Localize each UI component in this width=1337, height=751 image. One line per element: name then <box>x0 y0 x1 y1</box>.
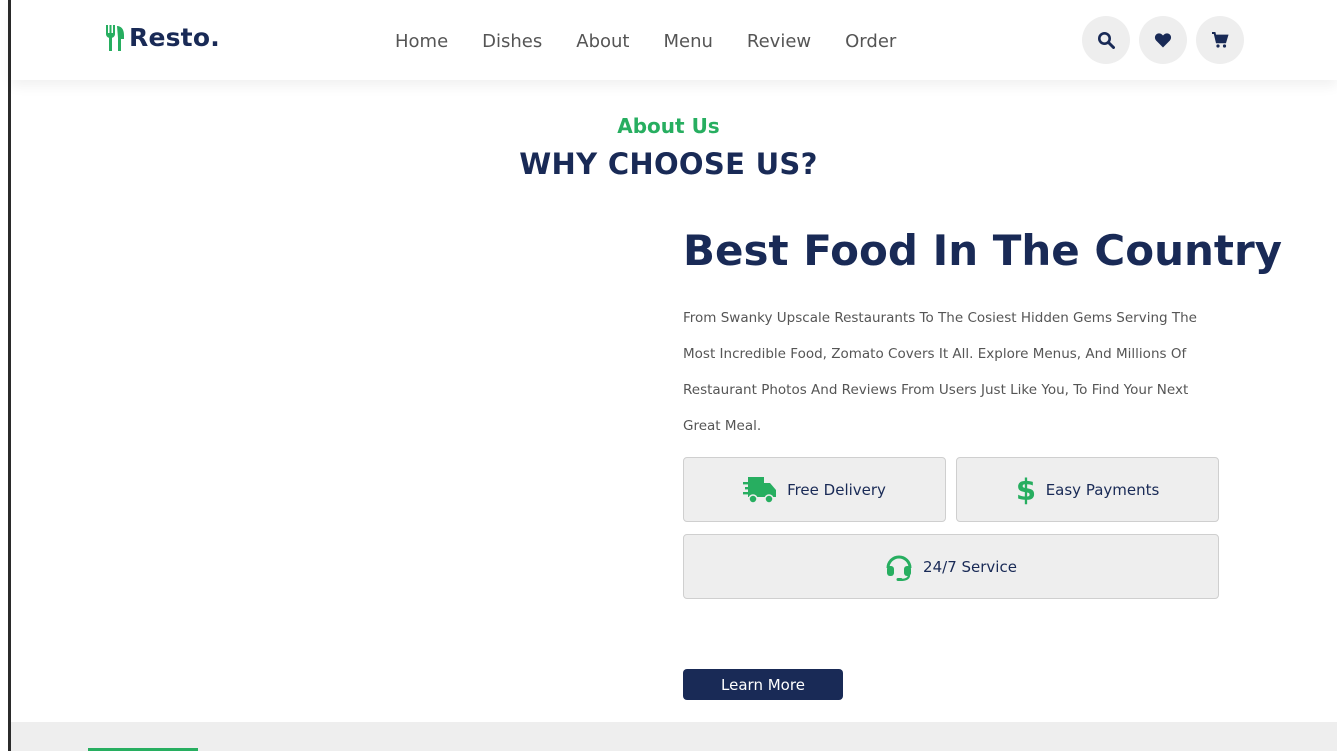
logo-text: Resto. <box>129 23 220 52</box>
next-section-band <box>11 722 1337 751</box>
section-heading: WHY CHOOSE US? <box>519 147 818 181</box>
nav-menu[interactable]: Menu <box>663 31 712 52</box>
nav-about[interactable]: About <box>576 31 629 52</box>
nav-order[interactable]: Order <box>845 31 896 52</box>
search-button[interactable] <box>1082 16 1130 64</box>
utensils-icon <box>106 24 124 51</box>
nav-review[interactable]: Review <box>747 31 811 52</box>
truck-icon <box>743 476 777 504</box>
feature-label: Easy Payments <box>1045 480 1160 499</box>
heart-icon <box>1154 33 1172 48</box>
dollar-icon: $ <box>1016 475 1036 505</box>
svg-text:$: $ <box>1016 475 1036 505</box>
feature-24-7-service: 24/7 Service <box>683 534 1219 599</box>
about-description: From Swanky Upscale Restaurants To The C… <box>683 310 1197 434</box>
headset-icon <box>886 555 912 581</box>
cart-icon <box>1212 32 1229 48</box>
page: Resto. Home Dishes About Menu Review Ord… <box>0 0 1337 751</box>
main-nav: Home Dishes About Menu Review Order <box>395 31 930 52</box>
nav-home[interactable]: Home <box>395 31 448 52</box>
section-subheading: About Us <box>617 114 720 138</box>
feature-label: Free Delivery <box>787 480 886 499</box>
feature-easy-payments: $ Easy Payments <box>956 457 1219 522</box>
favorites-button[interactable] <box>1139 16 1187 64</box>
logo[interactable]: Resto. <box>104 23 220 52</box>
nav-dishes[interactable]: Dishes <box>482 31 542 52</box>
search-icon <box>1098 32 1115 49</box>
window-edge <box>8 0 11 751</box>
feature-label: 24/7 Service <box>923 557 1017 576</box>
learn-more-button[interactable]: Learn More <box>683 669 843 700</box>
about-title: Best Food In The Country <box>683 226 1283 275</box>
feature-free-delivery: Free Delivery <box>683 457 946 522</box>
header: Resto. Home Dishes About Menu Review Ord… <box>11 0 1337 80</box>
header-actions <box>1082 16 1253 64</box>
cart-button[interactable] <box>1196 16 1244 64</box>
